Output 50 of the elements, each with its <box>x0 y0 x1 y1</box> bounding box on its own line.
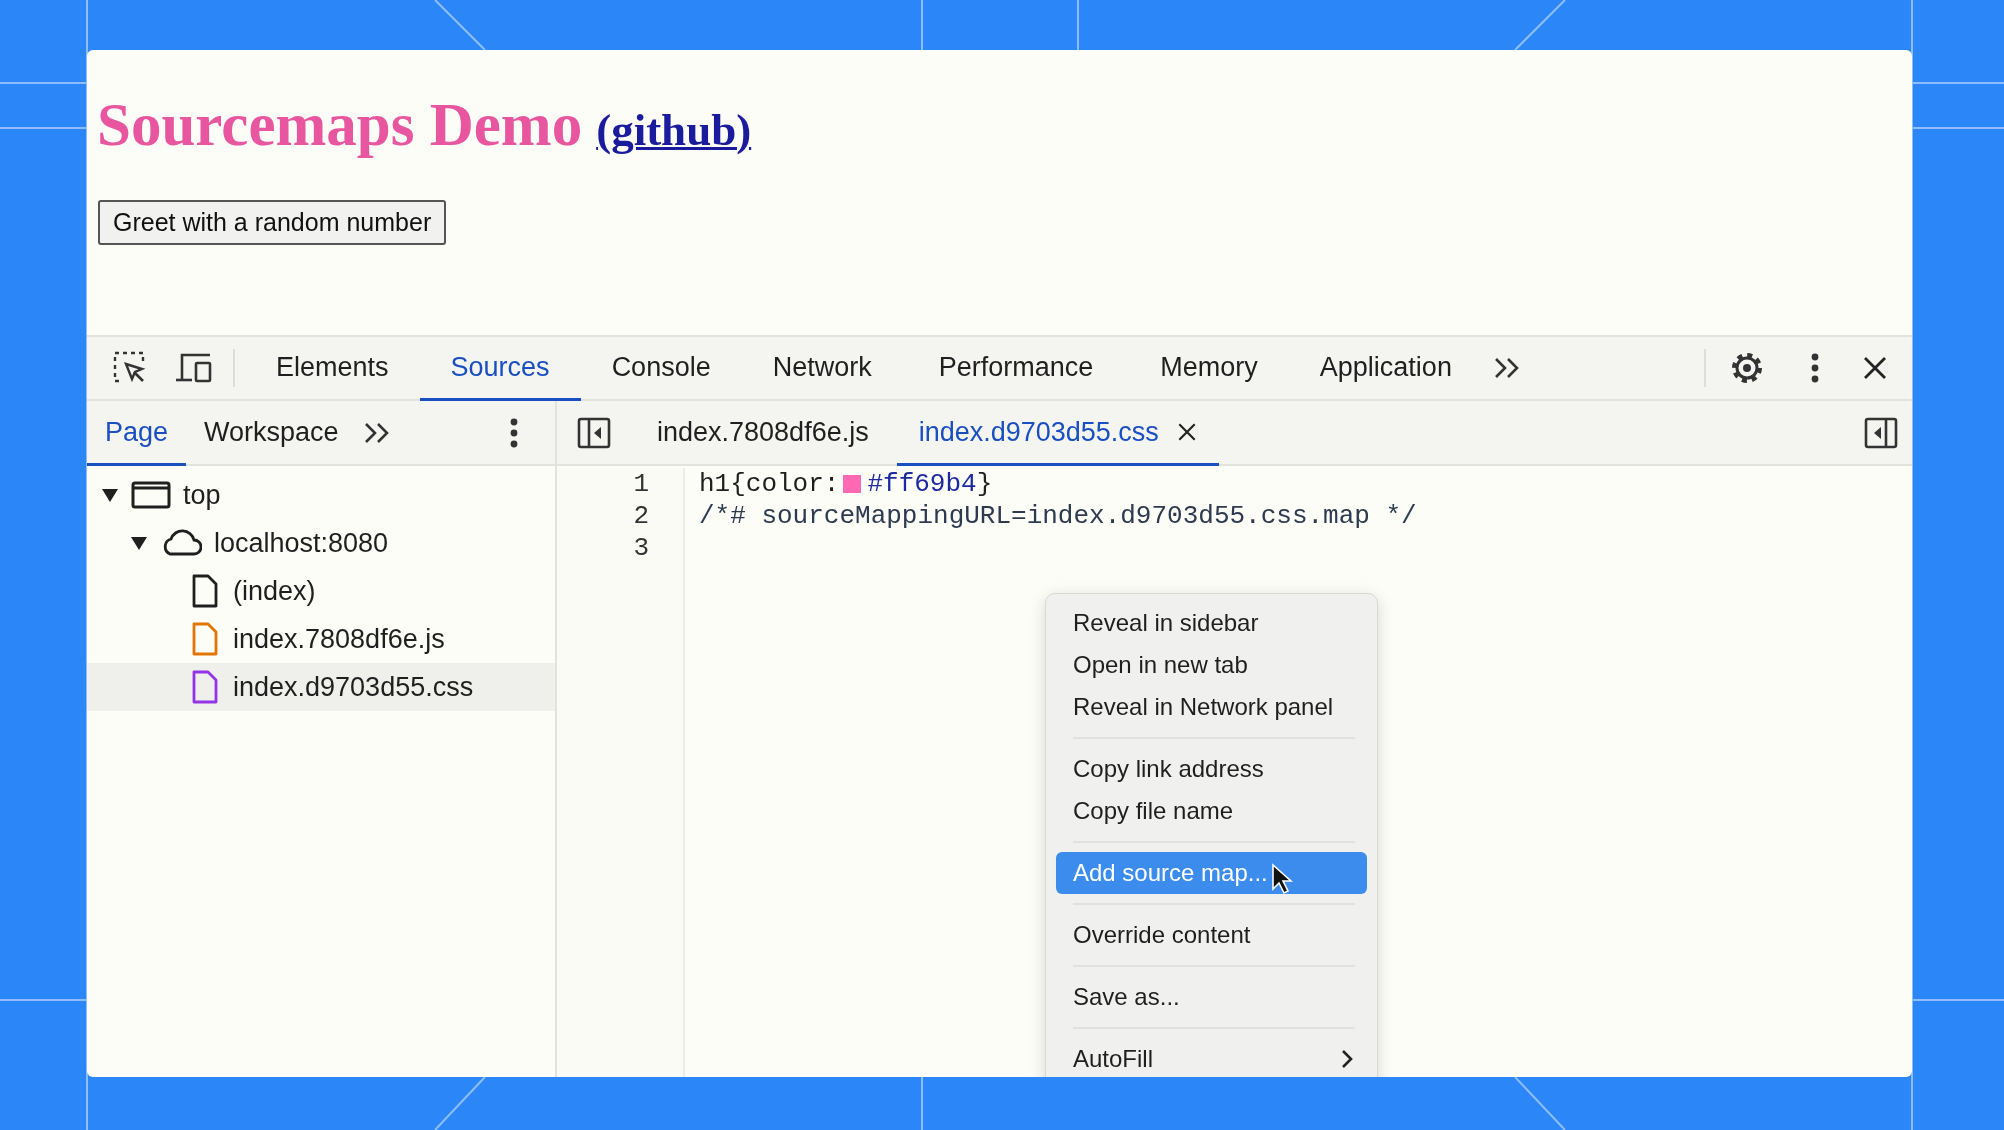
tree-item[interactable]: index.d9703d55.css <box>87 663 555 711</box>
tree-item[interactable]: index.7808df6e.js <box>87 615 555 663</box>
menu-item[interactable]: Override content <box>1056 914 1367 956</box>
greet-button[interactable]: Greet with a random number <box>98 200 447 245</box>
sidebar-toggle-icon[interactable] <box>577 416 611 449</box>
navigator-tab[interactable]: Workspace <box>186 401 357 466</box>
navigator-tab[interactable]: Page <box>87 401 187 466</box>
menu-item[interactable]: Copy file name <box>1056 790 1367 832</box>
panel-tab[interactable]: Network <box>741 337 903 401</box>
panel-tab[interactable]: Application <box>1288 337 1483 401</box>
tree-label: index.7808df6e.js <box>233 623 445 655</box>
code-text: #ff69b4 <box>867 468 977 500</box>
menu-item[interactable]: AutoFill <box>1056 1038 1367 1077</box>
menu-item[interactable]: Reveal in sidebar <box>1056 602 1367 644</box>
device-toolbar-icon[interactable] <box>174 351 214 385</box>
panel-tab[interactable]: Elements <box>245 337 420 401</box>
panel-tab[interactable]: Performance <box>902 337 1130 401</box>
expand-arrow-icon[interactable] <box>130 535 148 551</box>
code-comment: /*# sourceMappingURL=index.d9703d55.css.map */ <box>699 500 1417 532</box>
menu-item[interactable]: Open in new tab <box>1056 644 1367 686</box>
more-options-icon[interactable] <box>509 416 519 449</box>
more-options-icon[interactable] <box>1810 352 1820 384</box>
close-tab-icon[interactable] <box>1176 422 1197 442</box>
frame-icon <box>131 481 171 509</box>
line-number: 2 <box>632 500 650 532</box>
tree-item[interactable]: top <box>87 471 555 519</box>
menu-item[interactable]: Reveal in Network panel <box>1056 686 1367 728</box>
line-number: 1 <box>632 468 650 500</box>
code-text: h1{color: <box>699 468 840 500</box>
sidebar-toggle-icon[interactable] <box>1864 416 1898 449</box>
tree-item[interactable]: localhost:8080 <box>87 519 555 567</box>
code-text: } <box>976 468 993 500</box>
tree-label: localhost:8080 <box>214 527 389 559</box>
mouse-cursor-icon <box>1270 863 1293 895</box>
page-heading: Sourcemaps Demo <box>97 90 583 160</box>
tree-item[interactable]: (index) <box>87 567 555 615</box>
file-tab[interactable]: index.d9703d55.css <box>896 401 1219 466</box>
tree-label: index.d9703d55.css <box>233 671 474 703</box>
menu-item[interactable]: Save as... <box>1056 976 1367 1018</box>
panel-tab[interactable]: Memory <box>1129 337 1289 401</box>
color-swatch[interactable] <box>843 475 862 493</box>
github-link[interactable]: (github) <box>596 104 752 156</box>
panel-tab[interactable]: Console <box>580 337 742 401</box>
tree-label: top <box>183 479 221 511</box>
close-icon[interactable] <box>1862 355 1888 381</box>
expand-arrow-icon[interactable] <box>101 487 119 503</box>
line-number: 3 <box>632 532 650 564</box>
menu-item[interactable]: Copy link address <box>1056 748 1367 790</box>
tree-label: (index) <box>233 575 316 607</box>
file-tab[interactable]: index.7808df6e.js <box>629 401 897 466</box>
